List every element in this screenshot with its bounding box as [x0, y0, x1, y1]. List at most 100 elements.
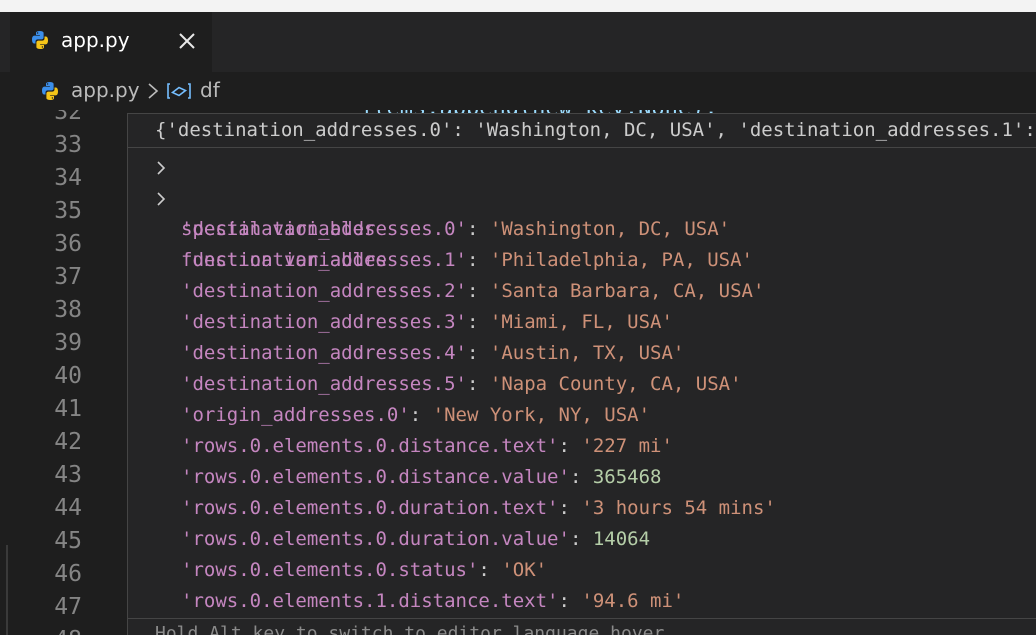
- variable-icon: [167, 83, 191, 99]
- colon-separator: :: [466, 218, 490, 240]
- divider: [128, 147, 1036, 148]
- chevron-right-icon[interactable]: [154, 190, 168, 208]
- breadcrumb-symbol[interactable]: df: [200, 78, 220, 102]
- line-number: 32: [54, 110, 82, 125]
- python-icon: [42, 82, 58, 100]
- variable-entry[interactable]: 'destination_addresses.1': 'Philadelphia…: [128, 245, 1036, 276]
- variable-entry-text: 'rows.0.elements.0.status': 'OK': [181, 555, 547, 586]
- variable-entry[interactable]: 'destination_addresses.5': 'Napa County,…: [128, 369, 1036, 400]
- chevron-right-icon[interactable]: [154, 159, 168, 177]
- colon-separator: :: [466, 280, 490, 302]
- variable-entry-text: 'rows.0.elements.0.distance.value': 3654…: [181, 462, 661, 493]
- line-number: 39: [54, 330, 82, 356]
- tab-app-py[interactable]: app.py: [10, 12, 212, 72]
- variable-key: 'rows.0.elements.0.duration.value': [181, 528, 570, 550]
- variable-value: 'New York, NY, USA': [432, 404, 651, 426]
- colon-separator: :: [558, 435, 582, 457]
- colon-separator: :: [409, 404, 433, 426]
- variable-key: 'destination_addresses.3': [181, 311, 467, 333]
- line-number: 37: [54, 264, 82, 290]
- variable-entry-text: 'rows.0.elements.0.duration.value': 1406…: [181, 524, 650, 555]
- variable-entry[interactable]: 'rows.0.elements.0.distance.value': 3654…: [128, 462, 1036, 493]
- variable-value: 'Philadelphia, PA, USA': [489, 249, 753, 271]
- variable-entry[interactable]: 'rows.0.elements.0.duration.text': '3 ho…: [128, 493, 1036, 524]
- line-number: 35: [54, 198, 82, 224]
- tab-label[interactable]: app.py: [61, 28, 130, 52]
- tree-group-special-variables[interactable]: special variables: [128, 152, 1036, 240]
- variable-entry-text: 'origin_addresses.0': 'New York, NY, USA…: [181, 400, 650, 431]
- variable-value: 'Napa County, CA, USA': [489, 373, 742, 395]
- variable-entry-text: 'destination_addresses.2': 'Santa Barbar…: [181, 276, 764, 307]
- variable-key: 'rows.0.elements.0.distance.text': [181, 435, 559, 457]
- close-icon[interactable]: [176, 30, 198, 52]
- line-number: 33: [54, 132, 82, 158]
- colon-separator: :: [478, 559, 502, 581]
- tree-group-function-variables[interactable]: function variables: [128, 183, 1036, 271]
- variable-value: 14064: [592, 528, 651, 550]
- variable-entry[interactable]: 'origin_addresses.0': 'New York, NY, USA…: [128, 400, 1036, 431]
- line-number: 41: [54, 396, 82, 422]
- colon-separator: :: [466, 249, 490, 271]
- line-number: 47: [54, 594, 82, 620]
- line-number: 46: [54, 561, 82, 587]
- variable-entry[interactable]: 'rows.0.elements.0.status': 'OK': [128, 555, 1036, 586]
- editor[interactable]: 3233343536373839404142434445464748 items…: [0, 110, 1036, 635]
- variable-entry[interactable]: 'rows.0.elements.0.duration.value': 1406…: [128, 524, 1036, 555]
- variable-entry-text: 'destination_addresses.5': 'Napa County,…: [181, 369, 742, 400]
- variable-entry[interactable]: 'rows.0.elements.1.distance.text': '94.6…: [128, 586, 1036, 617]
- python-icon: [32, 31, 48, 49]
- colon-separator: :: [466, 311, 490, 333]
- variable-key: 'destination_addresses.5': [181, 373, 467, 395]
- colon-separator: :: [466, 342, 490, 364]
- variable-value: 'Austin, TX, USA': [489, 342, 685, 364]
- line-number: 45: [54, 528, 82, 554]
- colon-separator: :: [466, 373, 490, 395]
- variable-entry[interactable]: 'destination_addresses.0': 'Washington, …: [128, 214, 1036, 245]
- variable-entry[interactable]: 'destination_addresses.2': 'Santa Barbar…: [128, 276, 1036, 307]
- variable-key: 'destination_addresses.1': [181, 249, 467, 271]
- variable-value: '3 hours 54 mins': [581, 497, 776, 519]
- variable-entry-text: 'destination_addresses.3': 'Miami, FL, U…: [181, 307, 673, 338]
- variable-entry-text: 'rows.0.elements.1.distance.text': '94.6…: [181, 586, 684, 617]
- colon-separator: :: [569, 466, 593, 488]
- variable-entry-text: 'destination_addresses.0': 'Washington, …: [181, 214, 730, 245]
- window-top-strip: [0, 0, 1036, 12]
- variable-entry-text: 'destination_addresses.1': 'Philadelphia…: [181, 245, 753, 276]
- variable-value: 'OK': [501, 559, 548, 581]
- variable-value: 365468: [592, 466, 662, 488]
- variable-entry[interactable]: 'destination_addresses.4': 'Austin, TX, …: [128, 338, 1036, 369]
- variable-key: 'destination_addresses.0': [181, 218, 467, 240]
- line-number: 38: [54, 297, 82, 323]
- line-number: 40: [54, 363, 82, 389]
- colon-separator: :: [558, 590, 582, 612]
- breadcrumb-file[interactable]: app.py: [71, 78, 140, 102]
- variable-entry-text: 'rows.0.elements.0.distance.text': '227 …: [181, 431, 673, 462]
- variable-entry-text: 'destination_addresses.4': 'Austin, TX, …: [181, 338, 684, 369]
- variable-key: 'origin_addresses.0': [181, 404, 410, 426]
- line-number: 44: [54, 495, 82, 521]
- colon-separator: :: [569, 528, 593, 550]
- variable-entry[interactable]: 'destination_addresses.3': 'Miami, FL, U…: [128, 307, 1036, 338]
- chevron-right-icon: [148, 83, 159, 99]
- line-number: 43: [54, 462, 82, 488]
- variable-entry-text: 'rows.0.elements.0.duration.text': '3 ho…: [181, 493, 776, 524]
- variable-key: 'rows.0.elements.0.distance.value': [181, 466, 570, 488]
- colon-separator: :: [558, 497, 582, 519]
- variable-value: 'Washington, DC, USA': [489, 218, 731, 240]
- variable-key: 'rows.0.elements.0.status': [181, 559, 479, 581]
- variable-key: 'rows.0.elements.0.duration.text': [181, 497, 559, 519]
- variable-value: '227 mi': [581, 435, 673, 457]
- hover-value-summary: {'destination_addresses.0': 'Washington,…: [155, 119, 1036, 141]
- line-number: 36: [54, 231, 82, 257]
- line-number: 34: [54, 165, 82, 191]
- variable-entry[interactable]: 'rows.0.elements.0.distance.text': '227 …: [128, 431, 1036, 462]
- hover-footer-hint: Hold Alt key to switch to editor languag…: [155, 623, 665, 635]
- variable-value: 'Santa Barbara, CA, USA': [489, 280, 765, 302]
- variable-key: 'rows.0.elements.1.distance.text': [181, 590, 559, 612]
- variable-key: 'destination_addresses.2': [181, 280, 467, 302]
- variable-key: 'destination_addresses.4': [181, 342, 467, 364]
- line-number: 48: [0, 624, 82, 635]
- variable-value: 'Miami, FL, USA': [489, 311, 673, 333]
- debug-hover-widget[interactable]: {'destination_addresses.0': 'Washington,…: [127, 113, 1036, 635]
- variable-value: '94.6 mi': [581, 590, 685, 612]
